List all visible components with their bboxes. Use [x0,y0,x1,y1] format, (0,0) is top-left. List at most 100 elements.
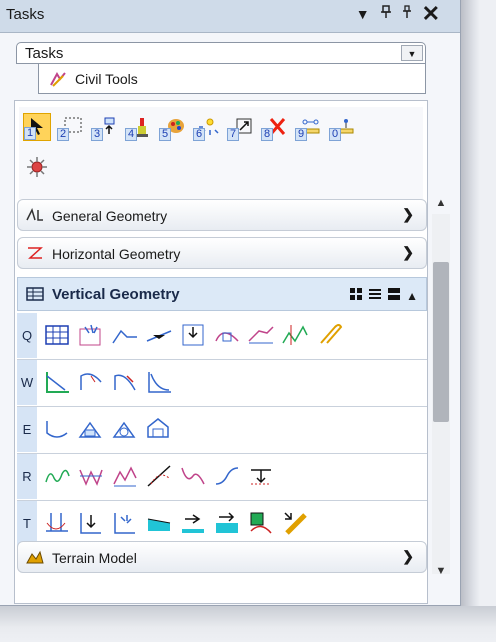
row-shortcut-letter: R [17,454,37,499]
profile-element-icon[interactable] [179,321,207,349]
scrollbar-thumb[interactable] [433,262,449,422]
close-icon[interactable]: ✕ [422,3,440,25]
explode-element-tool[interactable]: 6 [193,113,221,141]
terrain-model-icon [26,550,44,564]
profile-intersect-icon[interactable] [145,321,173,349]
element-palette-tool[interactable]: 5 [159,113,187,141]
measure-point-tool[interactable]: 0 [329,113,357,141]
measure-distance-tool[interactable]: 9 [295,113,323,141]
profile-drop-icon[interactable] [77,509,105,537]
profile-explode-icon[interactable] [77,321,105,349]
chevron-down-icon[interactable]: ❯ [402,206,414,223]
active-task-label: Civil Tools [75,71,138,87]
dock-icon[interactable] [402,5,412,23]
section-label: Vertical Geometry [52,286,180,303]
tool-shortcut-number: 6 [193,128,206,141]
profile-transition-icon[interactable] [247,321,275,349]
tool-shortcut-number: 9 [295,128,308,141]
chevron-down-icon[interactable]: ❯ [402,548,414,565]
section-horizontal-geometry[interactable]: Horizontal Geometry ❯ [17,237,427,269]
profile-peaks-icon[interactable] [111,462,139,490]
panel-title: Tasks [6,6,45,23]
vertical-parabola-icon[interactable] [145,368,173,396]
tool-shortcut-number: 1 [24,127,37,140]
tool-row-r: R [17,454,427,501]
horizontal-geometry-icon [26,246,44,260]
profile-vertex-icon[interactable] [179,462,207,490]
pin-icon[interactable] [380,5,392,23]
active-task-tab[interactable]: Civil Tools [38,64,426,94]
vertical-curve-between-icon[interactable] [43,415,71,443]
task-content-area: 1 2 3 4 5 6 7 8 9 0 General Geometry ❯ H… [14,100,428,604]
profile-wave-icon[interactable] [43,462,71,490]
profile-extend-icon[interactable] [213,509,241,537]
profile-grid-icon[interactable] [43,321,71,349]
section-vertical-geometry[interactable]: Vertical Geometry ▲ [17,277,427,311]
tool-shortcut-number: 3 [91,128,104,141]
vertical-line-icon[interactable] [43,368,71,396]
civil-tools-icon [49,70,67,88]
scale-element-tool[interactable]: 7 [227,113,255,141]
tool-shortcut-number: 0 [329,128,342,141]
panel-shadow-bottom [0,606,496,642]
profile-line-icon[interactable] [111,321,139,349]
chevron-up-icon[interactable]: ▲ [406,289,418,303]
task-selector-value: Tasks [25,45,64,62]
chevron-down-icon[interactable]: ❯ [402,244,414,261]
vertical-arc-icon[interactable] [77,368,105,396]
row-shortcut-letter: Q [17,313,37,358]
profile-offset-icon[interactable] [145,462,173,490]
tool-row-w: W [17,360,427,407]
profile-fill-icon[interactable] [145,509,173,537]
tool-shortcut-number: 8 [261,128,274,141]
snap-settings-tool[interactable] [23,153,51,181]
main-toolbox: 1 2 3 4 5 6 7 8 9 0 [19,107,423,199]
profile-3d-icon[interactable] [247,509,275,537]
place-element-tool[interactable]: 3 [91,113,119,141]
tool-shortcut-number: 7 [227,128,240,141]
profile-tangent-icon[interactable] [43,509,71,537]
scroll-down-icon[interactable]: ▼ [432,562,450,580]
delete-element-tool[interactable]: 8 [261,113,289,141]
selection-fence-tool[interactable]: 2 [57,113,85,141]
row-shortcut-letter: T [17,501,37,546]
section-terrain-model[interactable]: Terrain Model ❯ [17,541,427,573]
icon-view-icon[interactable] [349,287,363,304]
profile-station-icon[interactable] [247,462,275,490]
profile-curve-icon[interactable] [213,321,241,349]
profile-scatter-icon[interactable] [111,509,139,537]
vertical-geometry-icon [26,287,44,304]
row-shortcut-letter: W [17,360,37,405]
scrollbar-track[interactable] [432,214,450,574]
vertical-scrollbar[interactable]: ▲ ▼ [432,192,450,592]
section-label: Terrain Model [52,550,137,566]
vertical-fillet-icon[interactable] [111,368,139,396]
paint-brush-tool[interactable]: 4 [125,113,153,141]
profile-zigzag-icon[interactable] [77,462,105,490]
vertical-curve-complex-icon[interactable] [77,415,105,443]
profile-smooth-icon[interactable] [213,462,241,490]
tool-shortcut-number: 4 [125,128,138,141]
section-label: Horizontal Geometry [52,246,181,262]
tasks-panel: Tasks ▼ ✕ Tasks ▼ Civil Tools 1 2 3 4 5 … [0,0,461,606]
panel-shadow-right [460,0,480,610]
list-view-icon[interactable] [368,287,382,304]
profile-shift-icon[interactable] [179,509,207,537]
select-element-tool[interactable]: 1 [23,113,51,141]
row-shortcut-letter: E [17,407,37,452]
general-geometry-icon [26,207,44,222]
profile-measure-icon[interactable] [281,509,309,537]
tool-shortcut-number: 2 [57,128,70,141]
detail-view-icon[interactable] [387,287,401,304]
section-general-geometry[interactable]: General Geometry ❯ [17,199,427,231]
scroll-up-icon[interactable]: ▲ [432,194,450,212]
vertical-curve-house-icon[interactable] [145,415,173,443]
panel-menu-arrow-icon[interactable]: ▼ [356,5,370,23]
chevron-down-icon[interactable]: ▼ [401,45,423,61]
profile-quick-icon[interactable] [281,321,309,349]
profile-clip-icon[interactable] [315,321,343,349]
vertical-geometry-tool-grid: Q W E R T [17,313,427,548]
panel-titlebar: Tasks ▼ ✕ [0,0,460,33]
vertical-curve-chain-icon[interactable] [111,415,139,443]
task-selector-dropdown[interactable]: Tasks ▼ [16,42,426,64]
